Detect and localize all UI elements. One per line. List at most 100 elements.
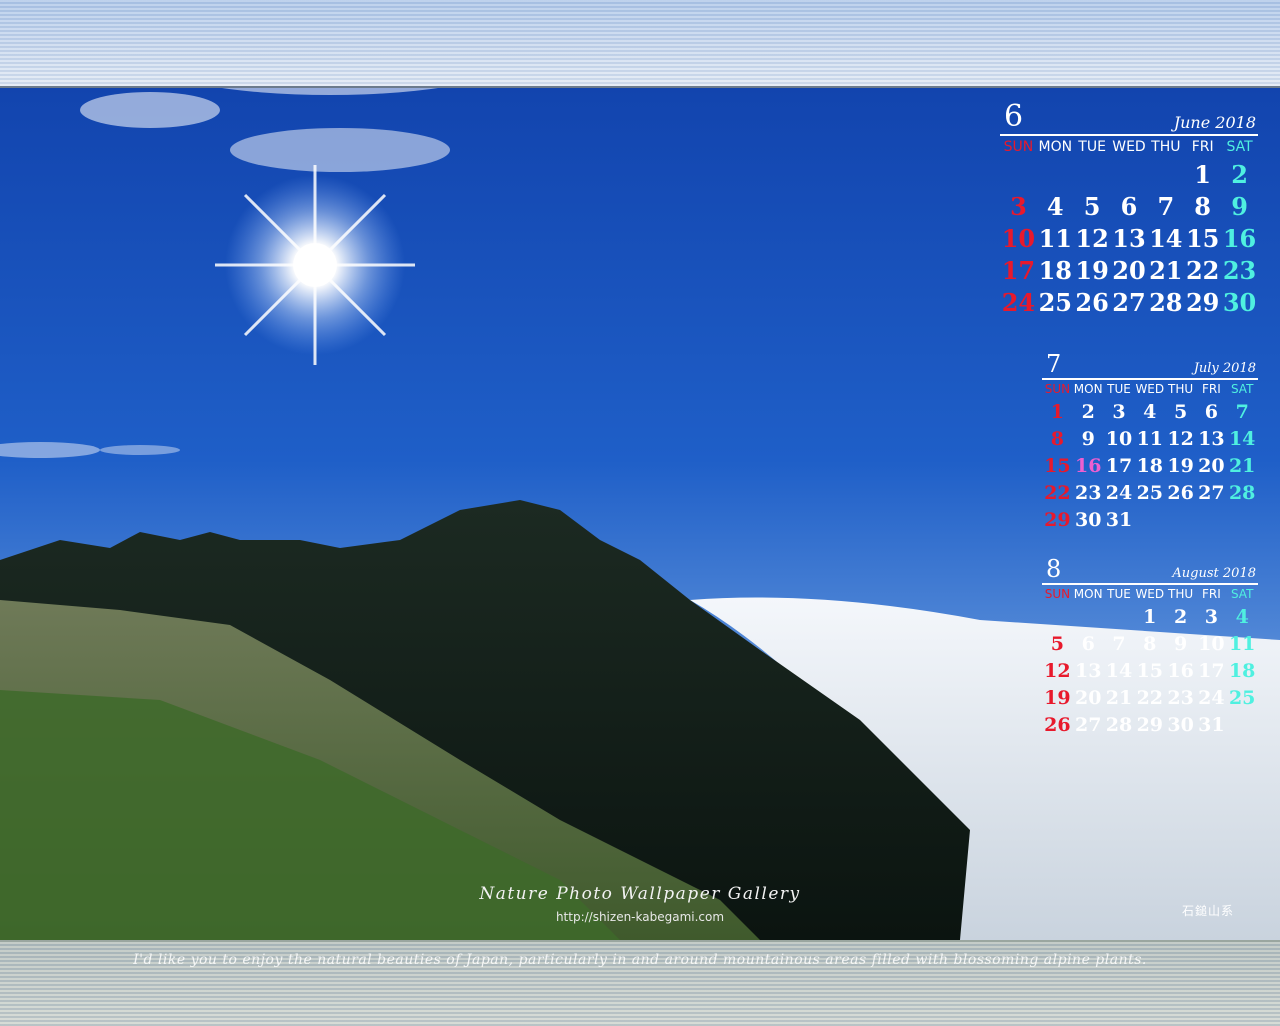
day-cell: 28 (1149, 287, 1183, 317)
day-cell: 19 (1044, 686, 1071, 709)
weekday-thu: THU (1168, 382, 1194, 396)
day-cell: 13 (1198, 427, 1225, 450)
empty-cell (1000, 158, 1037, 190)
day-cell: 22 (1185, 255, 1220, 285)
day-cell: 21 (1149, 255, 1183, 285)
weekday-tue: TUE (1078, 139, 1106, 155)
day-cell: 3 (1204, 605, 1218, 628)
day-cell: 5 (1173, 400, 1188, 423)
day-cell: 16 (1222, 223, 1257, 253)
day-cell: 24 (1105, 481, 1133, 504)
day-cell: 10 (1198, 632, 1225, 655)
day-cell: 20 (1198, 454, 1225, 477)
weekday-tue: TUE (1107, 587, 1131, 601)
day-cell: 9 (1081, 427, 1095, 450)
day-cell: 14 (1105, 659, 1133, 682)
calendar-grid: SUN MON TUE WED THU FRI SAT 1 2 3 4 5 6 7 8 9 10 11 12 13 14… (1042, 585, 1258, 738)
day-cell: 26 (1075, 287, 1109, 317)
day-cell: 18 (1228, 659, 1256, 682)
day-cell: 23 (1167, 686, 1194, 709)
weekday-wed: WED (1135, 382, 1165, 396)
day-cell: 15 (1044, 454, 1071, 477)
tagline: I'd like you to enjoy the natural beauti… (133, 952, 1147, 968)
day-cell: 20 (1074, 686, 1102, 709)
day-cell: 6 (1204, 400, 1218, 423)
day-cell: 26 (1167, 481, 1194, 504)
empty-cell (1037, 158, 1074, 190)
day-cell: 25 (1136, 481, 1164, 504)
day-cell: 15 (1185, 223, 1220, 253)
day-cell: 29 (1185, 287, 1220, 317)
day-cell: 17 (1105, 454, 1133, 477)
weekday-sat: SAT (1230, 587, 1254, 601)
day-cell: 18 (1136, 454, 1164, 477)
day-cell: 12 (1044, 659, 1071, 682)
day-cell: 27 (1198, 481, 1225, 504)
top-band (0, 0, 1280, 88)
day-cell: 10 (1001, 223, 1036, 253)
day-cell: 30 (1074, 508, 1102, 531)
day-cell: 6 (1081, 632, 1095, 655)
day-cell: 25 (1228, 686, 1256, 709)
day-cell: 29 (1044, 508, 1071, 531)
day-cell: 14 (1149, 223, 1183, 253)
day-cell: 23 (1074, 481, 1102, 504)
day-cell: 30 (1222, 287, 1257, 317)
weekday-fri: FRI (1201, 587, 1221, 601)
empty-cell (1111, 158, 1148, 190)
day-cell: 7 (1235, 400, 1249, 423)
empty-cell (1104, 603, 1135, 630)
month-number: 8 (1046, 555, 1062, 583)
day-cell: 12 (1167, 427, 1194, 450)
month-number: 7 (1046, 350, 1062, 378)
day-cell: 4 (1046, 191, 1064, 221)
brand-url: http://shizen-kabegami.com (555, 910, 725, 924)
weekday-fri: FRI (1191, 139, 1214, 155)
weekday-wed: WED (1112, 139, 1146, 155)
weekday-thu: THU (1151, 139, 1181, 155)
day-cell: 15 (1136, 659, 1164, 682)
month-name: June 2018 (1173, 113, 1256, 132)
weekday-mon: MON (1073, 587, 1103, 601)
empty-cell (1042, 603, 1073, 630)
day-cell: 28 (1105, 713, 1133, 736)
day-cell: 2 (1081, 400, 1095, 423)
day-cell: 25 (1038, 287, 1072, 317)
day-cell: 21 (1228, 454, 1256, 477)
day-cell: 17 (1198, 659, 1225, 682)
day-cell: 13 (1112, 223, 1146, 253)
weekday-sun: SUN (1044, 587, 1071, 601)
day-cell: 24 (1198, 686, 1225, 709)
day-cell: 8 (1143, 632, 1157, 655)
day-cell: 8 (1194, 191, 1211, 221)
day-cell: 18 (1038, 255, 1072, 285)
day-cell: 7 (1157, 191, 1175, 221)
day-cell: 1 (1143, 605, 1157, 628)
day-cell: 26 (1044, 713, 1071, 736)
day-cell: 27 (1112, 287, 1146, 317)
weekday-wed: WED (1135, 587, 1165, 601)
day-cell: 31 (1198, 713, 1225, 736)
day-cell: 11 (1038, 223, 1072, 253)
calendar-july: 7 July 2018 SUN MON TUE WED THU FRI SAT 1 2 3 4 5 6 7… (1042, 350, 1258, 533)
day-cell: 3 (1010, 191, 1027, 221)
day-cell: 1 (1194, 159, 1211, 189)
day-cell: 2 (1173, 605, 1188, 628)
day-cell: 11 (1136, 427, 1164, 450)
day-cell: 11 (1228, 632, 1256, 655)
day-cell: 8 (1050, 427, 1065, 450)
calendar-june: 6 June 2018 SUN MON TUE WED THU FRI SAT 1 2 3 4 5 6 7… (1000, 99, 1258, 318)
day-cell: 16 (1167, 659, 1194, 682)
calendar-header: 6 June 2018 (1000, 99, 1258, 136)
day-cell: 20 (1112, 255, 1146, 285)
day-cell: 4 (1143, 400, 1157, 423)
day-cell: 13 (1074, 659, 1102, 682)
day-cell: 29 (1136, 713, 1164, 736)
day-cell: 31 (1105, 508, 1133, 531)
day-cell: 12 (1075, 223, 1109, 253)
day-cell: 24 (1001, 287, 1036, 317)
day-cell: 3 (1112, 400, 1126, 423)
weekday-fri: FRI (1201, 382, 1221, 396)
day-cell: 5 (1083, 191, 1101, 221)
day-cell: 6 (1120, 191, 1138, 221)
